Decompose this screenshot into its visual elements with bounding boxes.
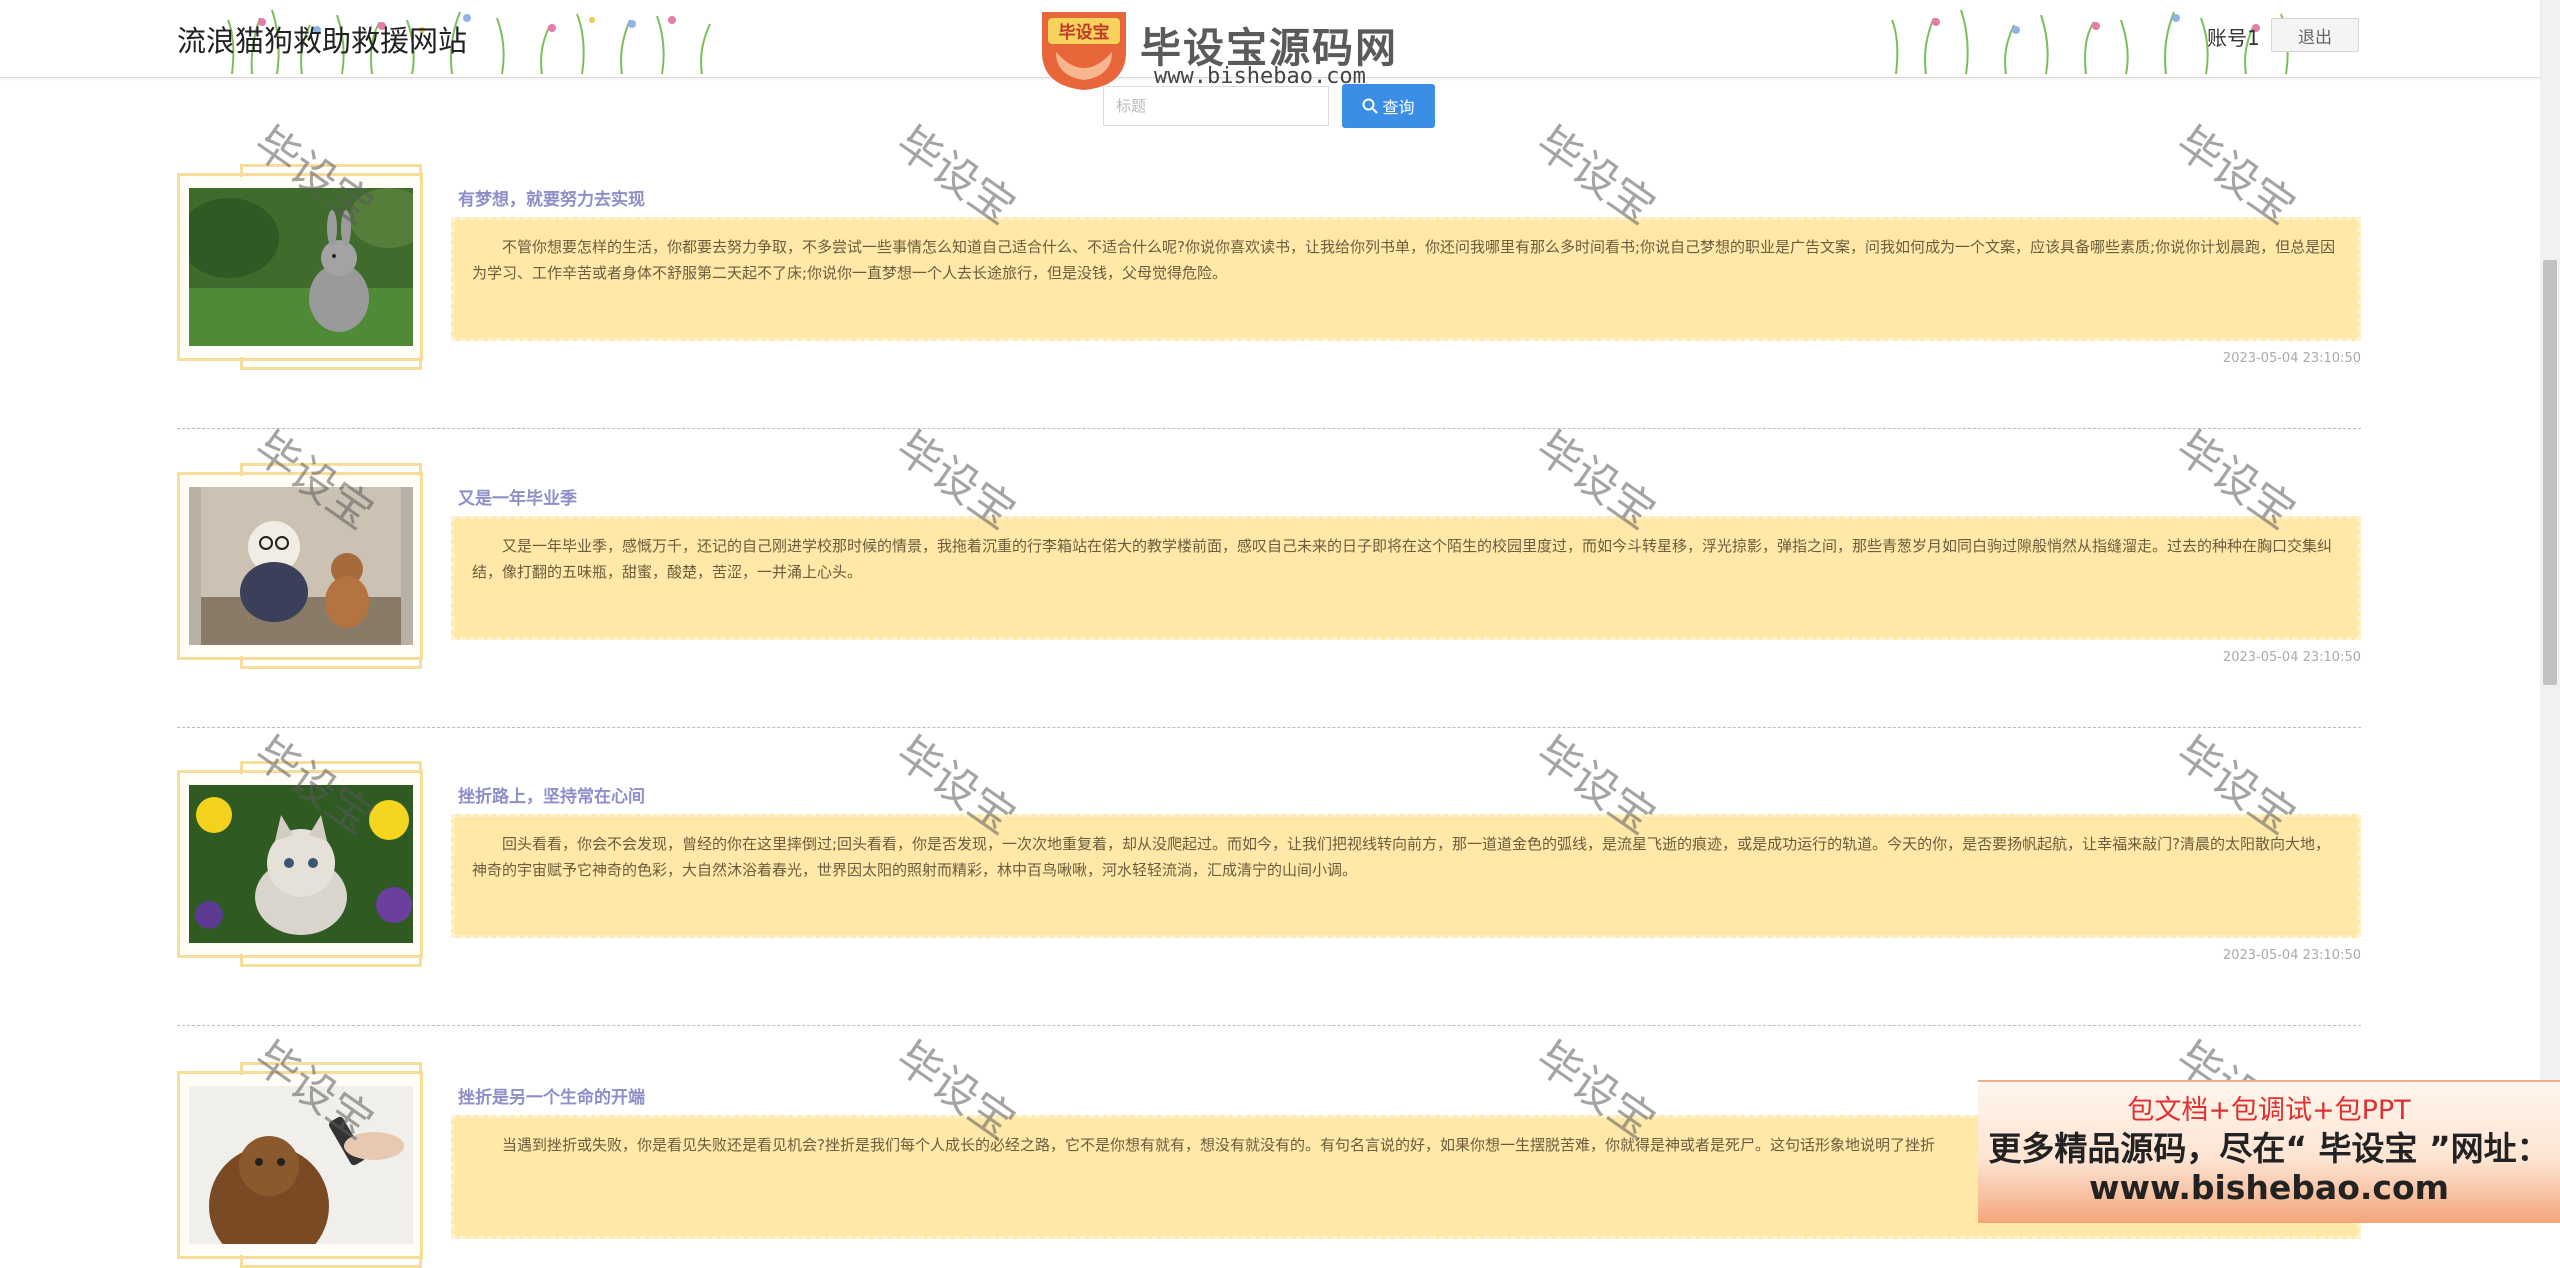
article-item[interactable]: 有梦想，就要努力去实现 不管你想要怎样的生活，你都要去努力争取，不多尝试一些事情… (177, 164, 2361, 375)
article-title[interactable]: 挫折路上，坚持常在心间 (458, 782, 645, 807)
rabbit-photo[interactable] (189, 188, 413, 346)
article-content: 又是一年毕业季，感慨万千，还记的自己刚进学校那时候的情景，我拖着沉重的行李箱站在… (451, 516, 2361, 640)
search-button-label: 查询 (1382, 100, 1415, 117)
kitten-photo[interactable] (189, 785, 413, 943)
article-image-frame (177, 761, 423, 967)
article-image-frame (177, 463, 423, 669)
article-content: 回头看看，你会不会发现，曾经的你在这里摔倒过;回头看看，你是否发现，一次次地重复… (451, 814, 2361, 938)
logo-url: www.bishebao.com (1154, 64, 1366, 89)
promo-banner[interactable]: 包文档+包调试+包PPT 更多精品源码，尽在“ 毕设宝 ”网址： www.bis… (1978, 1080, 2560, 1223)
article-title[interactable]: 挫折是另一个生命的开端 (458, 1083, 645, 1108)
article-title[interactable]: 有梦想，就要努力去实现 (458, 185, 645, 210)
bishebao-logo: 毕设宝 毕设宝源码网 www.bishebao.com (1034, 6, 1414, 96)
article-item[interactable]: 又是一年毕业季 又是一年毕业季，感慨万千，还记的自己刚进学校那时候的情景，我拖着… (177, 463, 2361, 674)
search-icon (1362, 98, 1379, 114)
logout-button[interactable]: 退出 (2271, 18, 2359, 52)
article-divider (177, 1025, 2361, 1026)
article-divider (177, 727, 2361, 728)
article-item[interactable]: 挫折路上，坚持常在心间 回头看看，你会不会发现，曾经的你在这里摔倒过;回头看看，… (177, 761, 2361, 972)
scrollbar-thumb[interactable] (2543, 260, 2557, 685)
article-image-frame (177, 1062, 423, 1268)
article-date: 2023-05-04 23:10:50 (2222, 351, 2361, 366)
promo-line-url[interactable]: www.bishebao.com (1978, 1168, 2560, 1207)
article-date: 2023-05-04 23:10:50 (2222, 948, 2361, 963)
bishebao-logo-icon: 毕设宝 (1042, 12, 1126, 90)
article-image-frame (177, 164, 423, 370)
promo-line-tagline: 更多精品源码，尽在“ 毕设宝 ”网址： (1988, 1129, 2550, 1168)
yorkie-photo[interactable] (189, 1086, 413, 1244)
site-title[interactable]: 流浪猫狗救助救援网站 (177, 18, 467, 60)
article-date: 2023-05-04 23:10:50 (2222, 650, 2361, 665)
dog-and-cat-photo[interactable] (189, 487, 413, 645)
article-content: 不管你想要怎样的生活，你都要去努力争取，不多尝试一些事情怎么知道自己适合什么、不… (451, 217, 2361, 341)
article-title[interactable]: 又是一年毕业季 (458, 484, 577, 509)
logo-badge-text: 毕设宝 (1059, 22, 1110, 43)
account-name[interactable]: 账号1 (2207, 22, 2260, 51)
article-divider (177, 428, 2361, 429)
